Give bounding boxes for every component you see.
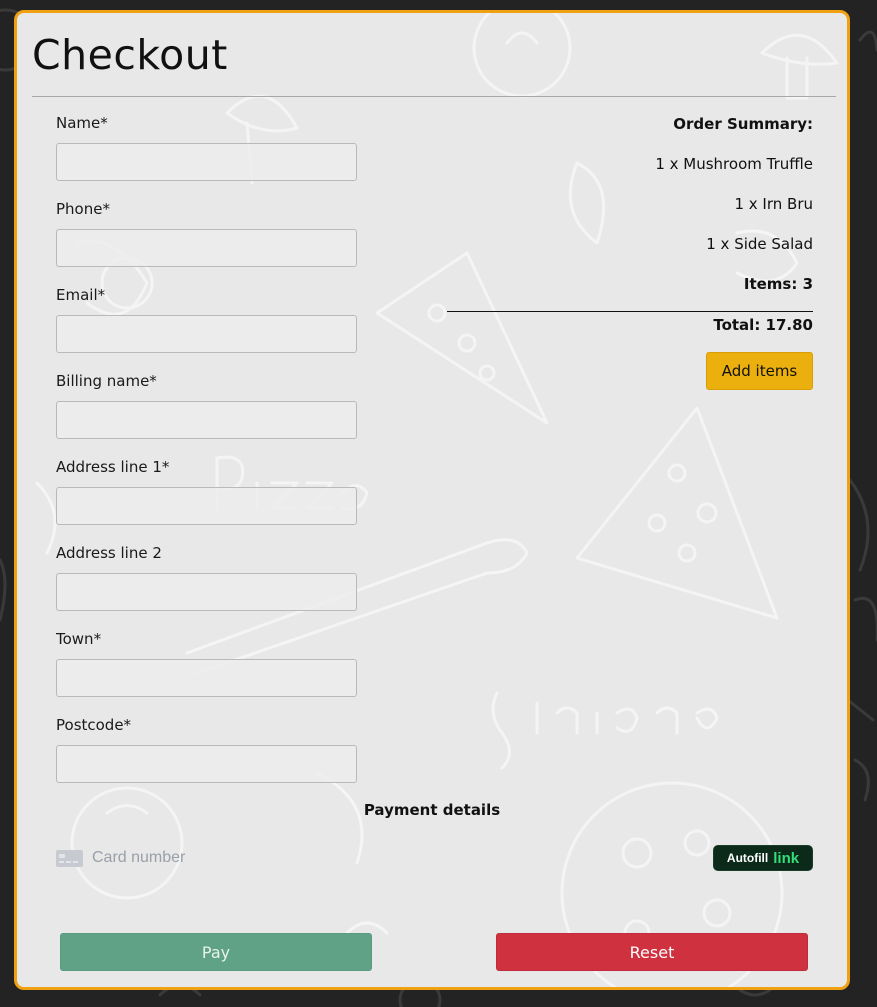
- pay-button[interactable]: Pay: [60, 933, 372, 971]
- link-logo: link: [773, 849, 800, 867]
- town-field[interactable]: [56, 659, 357, 697]
- autofill-label: Autofill: [726, 851, 769, 865]
- name-label: Name*: [56, 114, 108, 132]
- address-line-1-label: Address line 1*: [56, 458, 170, 476]
- summary-divider: [447, 311, 813, 312]
- email-label: Email*: [56, 286, 106, 304]
- add-items-button[interactable]: Add items: [706, 352, 813, 390]
- order-summary-heading: Order Summary:: [673, 115, 813, 133]
- order-total: Total: 17.80: [713, 316, 813, 334]
- card-number-input[interactable]: [92, 846, 392, 870]
- order-item: 1 x Side Salad: [706, 235, 813, 253]
- address-line-2-field[interactable]: [56, 573, 357, 611]
- postcode-label: Postcode*: [56, 716, 132, 734]
- checkout-panel: Checkout Name* Phone* Email* Billing nam…: [14, 10, 850, 990]
- page-title: Checkout: [32, 31, 228, 79]
- title-divider: [32, 96, 836, 97]
- postcode-field[interactable]: [56, 745, 357, 783]
- payment-details-heading: Payment details: [363, 801, 501, 819]
- town-label: Town*: [56, 630, 102, 648]
- address-line-2-label: Address line 2: [56, 544, 162, 562]
- phone-field[interactable]: [56, 229, 357, 267]
- card-number-row[interactable]: [56, 845, 392, 871]
- autofill-link-button[interactable]: Autofill link: [713, 845, 813, 871]
- email-field[interactable]: [56, 315, 357, 353]
- order-item: 1 x Mushroom Truffle: [655, 155, 813, 173]
- reset-button[interactable]: Reset: [496, 933, 808, 971]
- order-item: 1 x Irn Bru: [734, 195, 813, 213]
- billing-name-field[interactable]: [56, 401, 357, 439]
- name-field[interactable]: [56, 143, 357, 181]
- address-line-1-field[interactable]: [56, 487, 357, 525]
- items-count: Items: 3: [743, 275, 813, 293]
- phone-label: Phone*: [56, 200, 110, 218]
- billing-name-label: Billing name*: [56, 372, 157, 390]
- credit-card-icon: [56, 849, 83, 867]
